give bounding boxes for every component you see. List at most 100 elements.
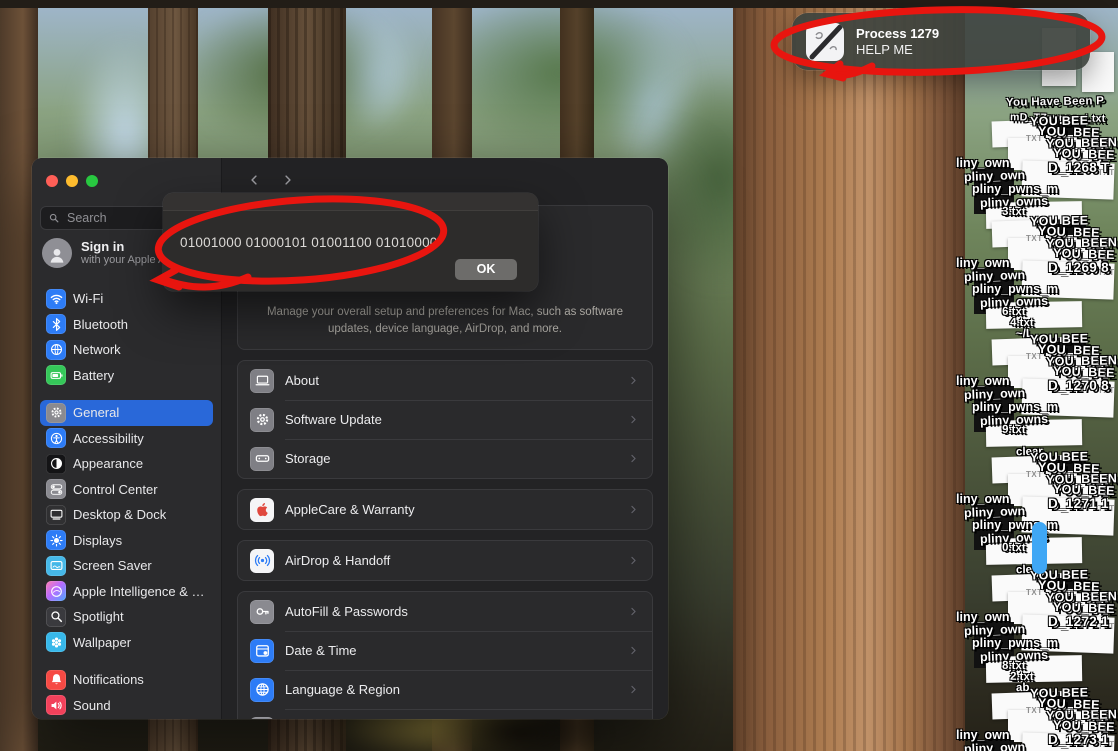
settings-row-label: Language & Region	[285, 682, 400, 697]
settings-row-label: Date & Time	[285, 643, 357, 658]
sidebar-item-label: Network	[73, 342, 121, 358]
drive-tile	[250, 446, 274, 471]
sidebar-item-spotlight[interactable]: Spotlight	[40, 604, 213, 630]
gear-icon	[256, 413, 268, 426]
bluetooth-tile	[46, 314, 66, 335]
dialog-titlebar	[163, 193, 538, 211]
chevron-right-icon	[627, 452, 640, 465]
apple-icon	[256, 503, 268, 517]
cascade-text: You Have Been P	[1005, 95, 1105, 109]
sidebar-item-accessibility[interactable]: Accessibility	[40, 426, 213, 452]
chevron-right-icon	[627, 605, 640, 618]
wallpaper-large-redwood-trunk	[733, 8, 965, 751]
sign-in-title: Sign in	[81, 239, 125, 254]
settings-row-storage[interactable]: Storage	[238, 438, 652, 478]
airdrop-icon	[254, 554, 270, 567]
settings-row-airdrop-handoff[interactable]: AirDrop & Handoff	[238, 541, 652, 580]
settings-row-label: About	[285, 373, 319, 388]
chevron-right-icon	[627, 374, 640, 387]
toggles-icon	[50, 483, 62, 495]
forward-icon[interactable]	[280, 172, 296, 188]
cascade-text: D_1268 T	[1048, 160, 1110, 175]
frame-icon	[50, 561, 62, 571]
sidebar-item-label: Sound	[73, 697, 111, 713]
menu-bar	[0, 0, 1118, 8]
settings-row-label: Software Update	[285, 412, 382, 427]
settings-row-software-update[interactable]: Software Update	[238, 399, 652, 439]
battery-tile	[46, 365, 66, 386]
settings-card: AppleCare & Warranty	[237, 489, 653, 530]
script-icon	[806, 22, 844, 61]
appearance-icon	[50, 458, 62, 470]
sidebar-item-label: Desktop & Dock	[73, 507, 167, 523]
sidebar-group: Wi-Fi Bluetooth Network Battery	[40, 286, 213, 388]
sidebar-item-screen-saver[interactable]: Screen Saver	[40, 553, 213, 579]
frame-tile	[46, 555, 66, 576]
sign-in-row[interactable]: Sign in with your Apple A	[42, 238, 165, 268]
sidebar-item-apple-intelligence-siri[interactable]: Apple Intelligence & Siri	[40, 579, 213, 605]
sidebar-item-label: Control Center	[73, 481, 158, 497]
window-tile	[46, 504, 66, 525]
sidebar-item-notifications[interactable]: Notifications	[40, 667, 213, 693]
speaker-tile	[46, 695, 66, 716]
sidebar-item-appearance[interactable]: Appearance	[40, 451, 213, 477]
key-tile	[250, 599, 274, 624]
key-icon	[256, 608, 269, 615]
notification-banner[interactable]: Process 1279 HELP ME	[792, 13, 1090, 70]
chevron-right-icon	[631, 415, 636, 424]
sidebar-item-label: Screen Saver	[73, 558, 152, 574]
sidebar-item-displays[interactable]: Displays	[40, 528, 213, 554]
drive-icon	[255, 455, 269, 462]
ok-button[interactable]: OK	[455, 259, 517, 280]
bell-icon	[51, 674, 61, 685]
settings-row-label: AirDrop & Handoff	[285, 553, 391, 568]
chevron-right-icon	[627, 554, 640, 567]
sidebar-item-wallpaper[interactable]: Wallpaper	[40, 630, 213, 656]
chevron-right-icon	[631, 454, 636, 463]
accessibility-tile	[46, 428, 66, 449]
settings-row-about[interactable]: About	[238, 361, 652, 400]
siri-icon	[50, 585, 62, 597]
desktop-screen: You Have Been PmD_TZzvneouLtxt TXT TXT YOU …	[0, 0, 1118, 751]
notification-body: HELP ME	[856, 41, 913, 57]
sidebar-item-label: Notifications	[73, 672, 144, 688]
magnifier-icon	[50, 611, 62, 623]
globegrid-icon	[255, 683, 269, 696]
settings-row-autofill-passwords[interactable]: AutoFill & Passwords	[238, 592, 652, 631]
settings-card: About Software Update Storage	[237, 360, 653, 479]
sidebar-item-network[interactable]: Network	[40, 337, 213, 363]
minimize-button[interactable]	[66, 175, 78, 187]
settings-row-login-items-extensions[interactable]: Login Items & Extensions	[238, 708, 652, 719]
settings-row-date-time[interactable]: Date & Time	[238, 630, 652, 670]
gear-tile	[46, 402, 66, 423]
sidebar-item-general[interactable]: General	[40, 400, 213, 426]
sidebar-item-sound[interactable]: Sound	[40, 693, 213, 719]
sidebar-item-control-center[interactable]: Control Center	[40, 477, 213, 503]
settings-row-language-region[interactable]: Language & Region	[238, 669, 652, 709]
calendar-tile	[250, 638, 274, 663]
search-icon	[49, 213, 59, 223]
siri-tile	[46, 581, 66, 602]
list-tile	[250, 716, 274, 719]
back-icon[interactable]	[246, 172, 262, 188]
settings-card: AutoFill & Passwords Date & Time Language …	[237, 591, 653, 719]
zoom-button[interactable]	[86, 175, 98, 187]
window-icon	[50, 510, 62, 520]
accessibility-icon	[50, 432, 62, 444]
globegrid-tile	[250, 677, 274, 702]
sidebar-item-label: Appearance	[73, 456, 144, 472]
laptop-tile	[250, 368, 274, 393]
sidebar-item-bluetooth[interactable]: Bluetooth	[40, 312, 213, 338]
sidebar-item-desktop-dock[interactable]: Desktop & Dock	[40, 502, 213, 528]
airdrop-tile	[250, 548, 274, 573]
bell-tile	[46, 669, 66, 690]
chevron-right-icon	[627, 683, 640, 696]
chevron-right-icon	[627, 503, 640, 516]
sidebar-nav: Wi-Fi Bluetooth Network Battery General Acces…	[40, 286, 213, 719]
sidebar-item-label: Displays	[73, 532, 123, 548]
window-controls	[46, 175, 98, 187]
close-button[interactable]	[46, 175, 58, 187]
settings-row-applecare-warranty[interactable]: AppleCare & Warranty	[238, 490, 652, 529]
sidebar-item-battery[interactable]: Battery	[40, 363, 213, 389]
binary-alert-dialog: 01001000 01000101 01001100 01010000 OK	[163, 193, 538, 291]
